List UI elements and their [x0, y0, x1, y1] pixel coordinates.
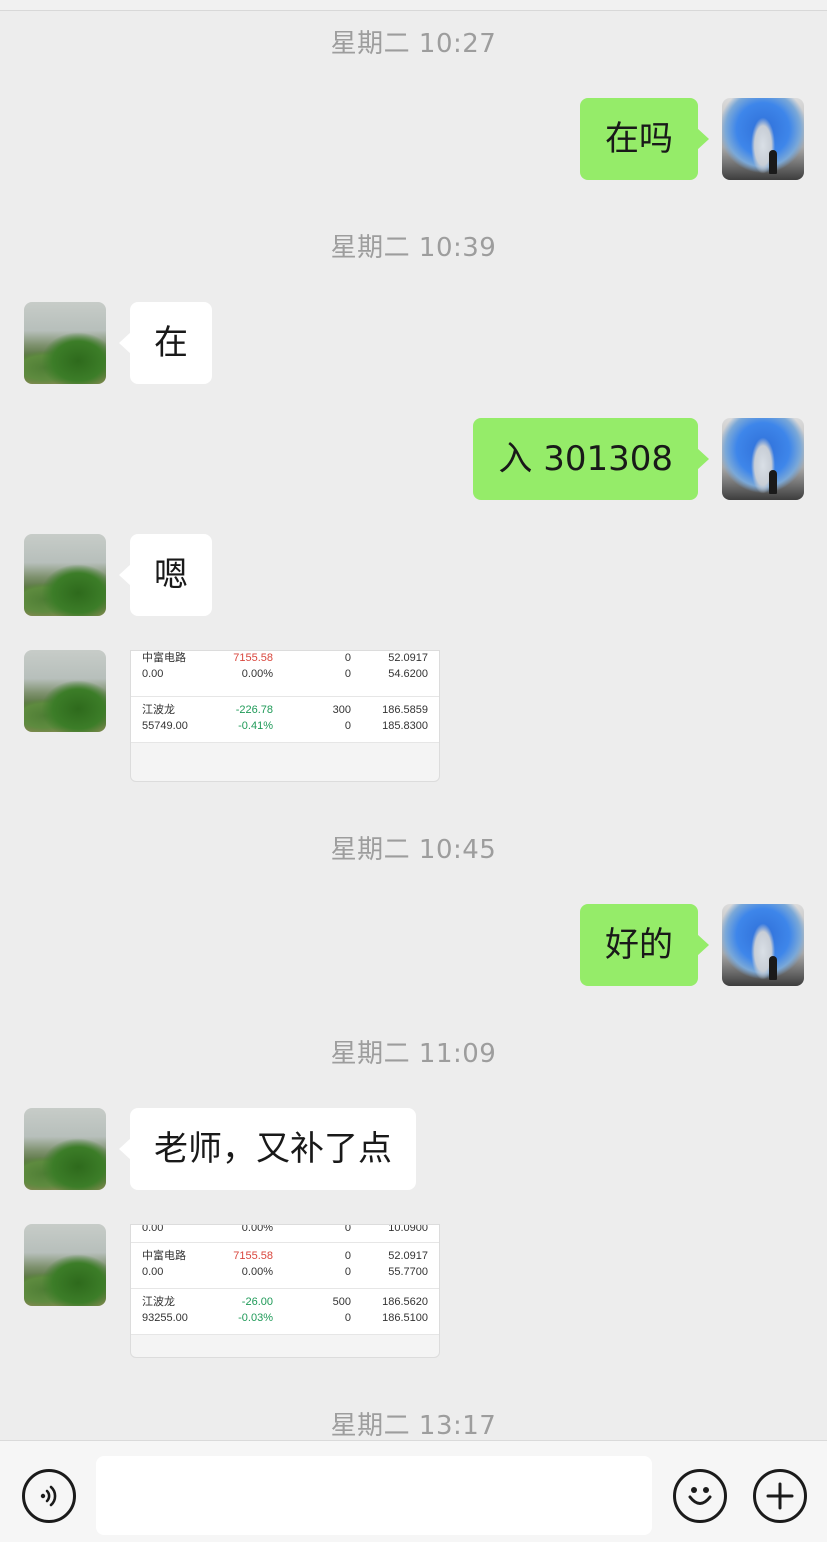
stock-qty: 0: [344, 652, 351, 664]
my-message-bubble[interactable]: 在吗: [580, 98, 709, 180]
my-message-bubble[interactable]: 入 301308: [473, 418, 709, 500]
contact-avatar[interactable]: [24, 534, 106, 616]
stock-cost: 186.5620: [382, 1296, 428, 1308]
contact-avatar[interactable]: [24, 302, 106, 384]
stock-name: 中富电路: [142, 1250, 186, 1262]
stock-value: 0.00: [142, 1266, 164, 1278]
stock-pnl: -26.00: [241, 1296, 273, 1308]
stock-available: 0: [344, 1312, 351, 1324]
image-message-holdings-screenshot[interactable]: 中富电路 7155.58 0 52.0917 0.00 0.00% 0 54.6…: [130, 650, 440, 782]
stock-available: 0: [344, 720, 351, 732]
stock-available: 0: [344, 668, 351, 680]
holding-row: 中富电路 7155.58 0 52.0917 0.00 0.00% 0 55.7…: [131, 1243, 439, 1289]
stock-name: 中富电路: [142, 652, 186, 664]
holding-row: 0.00 0.00% 0 10.0900: [131, 1225, 439, 1243]
stock-cost: 186.5859: [382, 704, 428, 716]
contact-avatar[interactable]: [24, 1224, 106, 1306]
stock-pct: 0.00%: [241, 1224, 273, 1234]
stock-price: 10.0900: [388, 1224, 428, 1234]
stock-pct: -0.41%: [238, 720, 273, 732]
stock-pnl: 7155.58: [233, 652, 273, 664]
holding-row: 江波龙 -226.78 300 186.5859 55749.00 -0.41%…: [131, 697, 439, 743]
contact-avatar[interactable]: [24, 1108, 106, 1190]
contact-message-bubble[interactable]: 在: [119, 302, 212, 384]
timestamp: 星期二 10:27: [330, 29, 497, 59]
emoji-icon[interactable]: [673, 1469, 727, 1523]
stock-value: 0.00: [142, 668, 164, 680]
holding-row: 江波龙 -26.00 500 186.5620 93255.00 -0.03% …: [131, 1289, 439, 1335]
stock-pct: 0.00%: [241, 668, 273, 680]
stock-name: 江波龙: [142, 1296, 175, 1308]
stock-pct: 0.00%: [241, 1266, 273, 1278]
my-avatar[interactable]: [722, 904, 804, 986]
stock-available: 0: [344, 1266, 351, 1278]
top-divider: [0, 0, 827, 11]
contact-message-bubble[interactable]: 嗯: [119, 534, 212, 616]
image-message-holdings-screenshot[interactable]: 0.00 0.00% 0 10.0900 中富电路 7155.58 0 52.0…: [130, 1224, 440, 1358]
timestamp: 星期二 10:39: [330, 233, 497, 263]
my-avatar[interactable]: [722, 418, 804, 500]
contact-message-bubble[interactable]: 老师，又补了点: [119, 1108, 416, 1190]
stock-pnl: -226.78: [235, 704, 273, 716]
stock-price: 54.6200: [388, 668, 428, 680]
timestamp: 星期二 10:45: [330, 835, 497, 865]
stock-price: 55.7700: [388, 1266, 428, 1278]
voice-icon[interactable]: [22, 1469, 76, 1523]
stock-value: 0.00: [142, 1224, 164, 1234]
stock-cost: 52.0917: [388, 1250, 428, 1262]
stock-pnl: 7155.58: [233, 1250, 273, 1262]
chat-input-bar: [0, 1440, 827, 1542]
stock-cost: 52.0917: [388, 652, 428, 664]
stock-qty: 0: [344, 1250, 351, 1262]
stock-price: 185.8300: [382, 720, 428, 732]
holding-row: 中富电路 7155.58 0 52.0917 0.00 0.00% 0 54.6…: [131, 651, 439, 697]
plus-icon[interactable]: [753, 1469, 807, 1523]
stock-available: 0: [344, 1224, 351, 1234]
stock-price: 186.5100: [382, 1312, 428, 1324]
timestamp: 星期二 11:09: [330, 1039, 497, 1069]
stock-qty: 300: [332, 704, 351, 716]
stock-pct: -0.03%: [238, 1312, 273, 1324]
timestamp: 星期二 13:17: [330, 1411, 497, 1441]
contact-avatar[interactable]: [24, 650, 106, 732]
my-message-bubble[interactable]: 好的: [580, 904, 709, 986]
my-avatar[interactable]: [722, 98, 804, 180]
stock-value: 93255.00: [142, 1312, 188, 1324]
stock-name: 江波龙: [142, 704, 175, 716]
stock-value: 55749.00: [142, 720, 188, 732]
message-input[interactable]: [96, 1456, 652, 1535]
stock-qty: 500: [332, 1296, 351, 1308]
